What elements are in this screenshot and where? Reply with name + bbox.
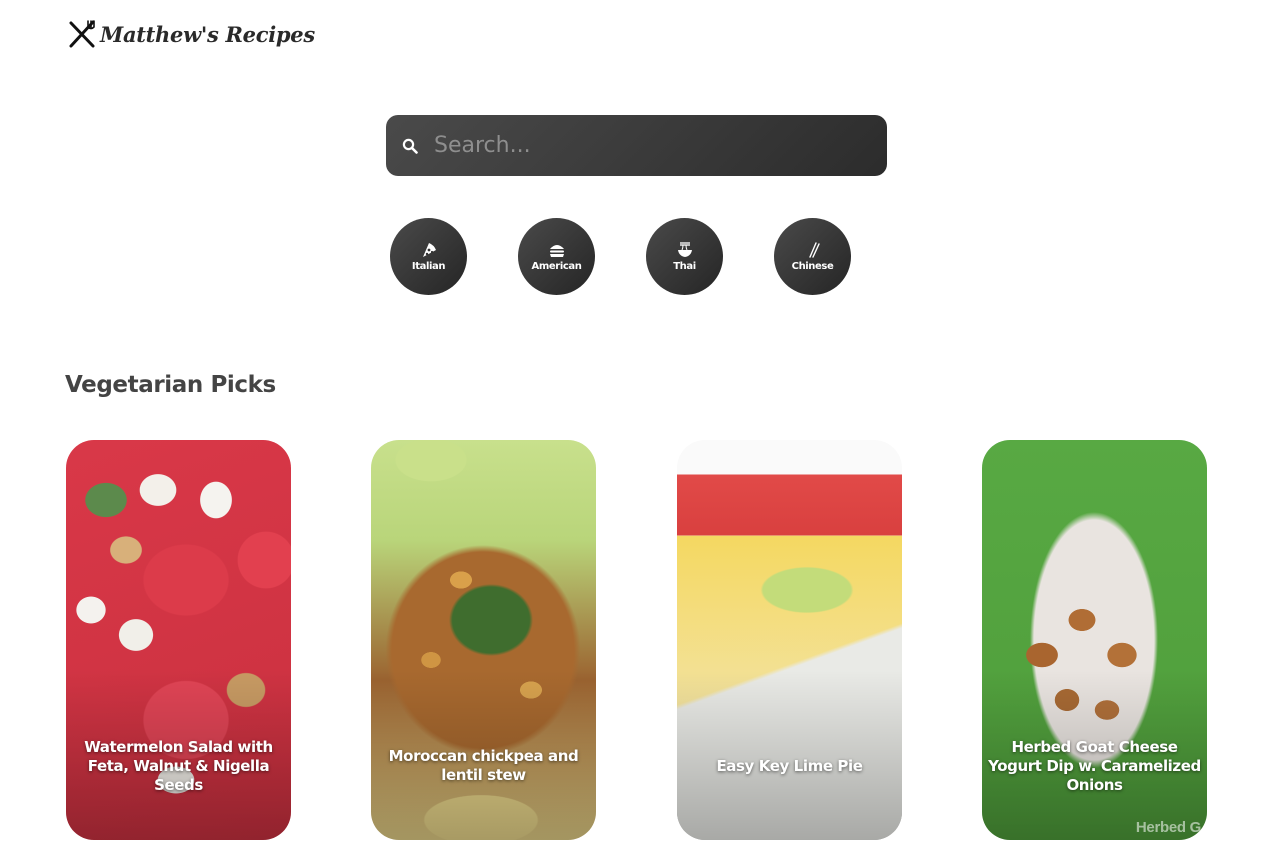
site-title: Matthew's Recipes xyxy=(100,21,315,47)
pizza-icon xyxy=(422,243,436,257)
cuisine-label: Italian xyxy=(411,261,446,272)
cuisine-button-thai[interactable]: Thai xyxy=(646,218,723,295)
search-icon xyxy=(402,138,418,154)
cuisine-button-italian[interactable]: Italian xyxy=(390,218,467,295)
recipe-title: Herbed Goat Cheese Yogurt Dip w. Caramel… xyxy=(988,737,1201,794)
recipe-title: Moroccan chickpea and lentil stew xyxy=(388,747,579,784)
cuisine-label: American xyxy=(531,261,582,272)
cuisine-button-chinese[interactable]: Chinese xyxy=(774,218,851,295)
chopsticks-icon xyxy=(808,242,820,258)
recipe-card[interactable]: Moroccan chickpea and lentil stew xyxy=(371,440,596,840)
photo-watermark: Herbed G xyxy=(1135,819,1201,836)
recipe-title: Watermelon Salad with Feta, Walnut & Nig… xyxy=(84,737,273,794)
cuisine-filters: Italian American Thai Chinese xyxy=(390,218,851,295)
cuisine-label: Thai xyxy=(673,261,696,272)
recipe-card[interactable]: Watermelon Salad with Feta, Walnut & Nig… xyxy=(66,440,291,840)
noodle-bowl-icon xyxy=(677,242,692,257)
recipe-title: Easy Key Lime Pie xyxy=(716,756,863,775)
recipe-card[interactable]: Easy Key Lime Pie xyxy=(677,440,902,840)
recipe-card-list: Watermelon Salad with Feta, Walnut & Nig… xyxy=(66,440,1207,840)
search-input[interactable] xyxy=(432,132,873,159)
burger-icon xyxy=(549,245,564,257)
fork-knife-icon xyxy=(69,20,95,48)
section-title: Vegetarian Picks xyxy=(65,372,276,398)
recipe-card[interactable]: Herbed Goat Cheese Yogurt Dip w. Caramel… xyxy=(982,440,1207,840)
cuisine-label: Chinese xyxy=(791,261,834,272)
site-logo[interactable]: Matthew's Recipes xyxy=(66,18,315,50)
cuisine-button-american[interactable]: American xyxy=(518,218,595,295)
search-bar xyxy=(386,115,887,176)
